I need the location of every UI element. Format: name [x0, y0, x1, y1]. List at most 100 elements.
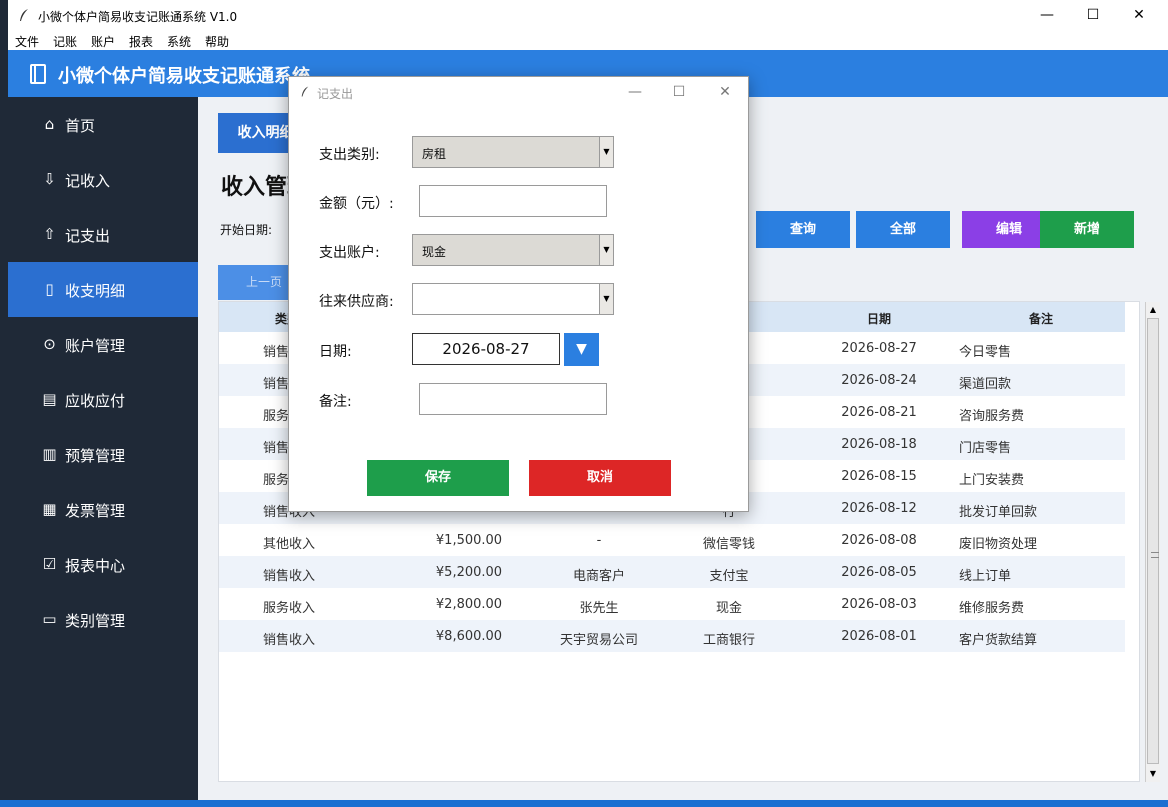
date-field[interactable]: 2026-08-27 [412, 333, 560, 365]
menu-file[interactable]: 文件 [15, 33, 39, 50]
scroll-thumb[interactable] [1147, 318, 1159, 764]
sidebar-item-label: 类别管理 [65, 612, 126, 630]
sidebar-item-income[interactable]: ⇩ 记收入 [8, 152, 198, 207]
dialog-maximize-button[interactable]: ☐ [657, 77, 701, 107]
table-cell-date: 2026-08-27 [841, 341, 917, 356]
table-row[interactable]: 其他收入 ¥1,500.00 - 微信零钱 2026-08-08 废旧物资处理 [219, 524, 1125, 556]
table-cell-c1: 销售收入 [262, 633, 315, 648]
add-button[interactable]: 新增 [1040, 211, 1134, 248]
chevron-down-icon: ▼ [576, 341, 587, 357]
minimize-button[interactable]: — [1024, 0, 1070, 30]
sidebar-item-home[interactable]: ⌂ 首页 [8, 97, 198, 152]
sidebar-item-label: 收支明细 [65, 282, 126, 300]
maximize-button[interactable]: ☐ [1070, 0, 1116, 30]
sidebar-item-expense[interactable]: ⇧ 记支出 [8, 207, 198, 262]
sidebar-item-label: 预算管理 [65, 447, 126, 465]
account-value: 现金 [422, 245, 447, 259]
title-bar: 小微个体户简易收支记账通系统 V1.0 — ☐ ✕ [8, 0, 1168, 30]
sidebar-item-budget[interactable]: ▥ 预算管理 [8, 427, 198, 482]
menu-account[interactable]: 账户 [91, 33, 115, 50]
supplier-select[interactable]: ▼ [412, 283, 614, 315]
category-select[interactable]: 房租 ▼ [412, 136, 614, 168]
table-cell-c4: 支付宝 [709, 569, 749, 584]
account-select[interactable]: 现金 ▼ [412, 234, 614, 266]
note-label: 备注: [319, 394, 352, 410]
close-button[interactable]: ✕ [1116, 0, 1162, 30]
table-cell-date: 2026-08-21 [841, 405, 917, 420]
sidebar-item-label: 报表中心 [65, 557, 126, 575]
menu-system[interactable]: 系统 [167, 33, 191, 50]
table-cell-date: 2026-08-01 [841, 629, 917, 644]
menu-report[interactable]: 报表 [129, 33, 153, 50]
sidebar-item-invoices[interactable]: ▦ 发票管理 [8, 482, 198, 537]
vertical-scrollbar[interactable]: ▲ ▼ [1145, 302, 1160, 782]
feather-icon [20, 9, 28, 21]
all-button[interactable]: 全部 [856, 211, 950, 248]
column-header-date[interactable]: 日期 [867, 310, 891, 327]
save-button[interactable]: 保存 [367, 460, 509, 496]
table-cell-c3: 电商客户 [572, 569, 625, 584]
supplier-label: 往来供应商: [319, 294, 394, 310]
table-cell-note: 渠道回款 [959, 377, 1012, 392]
document-icon: ▦ [42, 500, 57, 518]
money-bag-icon: ⊙ [43, 335, 56, 353]
book-logo-icon [30, 64, 46, 84]
table-cell-note: 废旧物资处理 [959, 537, 1038, 552]
prev-page-button[interactable]: 上一页 [218, 265, 298, 300]
sidebar-item-receivables[interactable]: ▤ 应收应付 [8, 372, 198, 427]
inbox-out-icon: ⇧ [43, 225, 56, 243]
dialog-minimize-button[interactable]: — [613, 77, 657, 107]
menu-record[interactable]: 记账 [53, 33, 77, 50]
calendar-dropdown-button[interactable]: ▼ [564, 333, 599, 366]
table-row[interactable]: 服务收入 ¥2,800.00 张先生 现金 2026-08-03 维修服务费 [219, 588, 1125, 620]
sidebar-item-categories[interactable]: ▭ 类别管理 [8, 592, 198, 647]
sidebar-item-details[interactable]: ▯ 收支明细 [8, 262, 198, 317]
cancel-button[interactable]: 取消 [529, 460, 671, 496]
menu-help[interactable]: 帮助 [205, 33, 229, 50]
expense-dialog: 记支出 — ☐ ✕ 支出类别: 房租 ▼ 金额（元）: 支出账户: 现金 ▼ 往… [288, 76, 749, 512]
sidebar-item-label: 账户管理 [65, 337, 126, 355]
query-button[interactable]: 查询 [756, 211, 850, 248]
category-label: 支出类别: [319, 147, 380, 163]
table-cell-note: 批发订单回款 [959, 505, 1038, 520]
table-row[interactable]: 销售收入 ¥5,200.00 电商客户 支付宝 2026-08-05 线上订单 [219, 556, 1125, 588]
table-cell-note: 维修服务费 [959, 601, 1025, 616]
table-cell-note: 咨询服务费 [959, 409, 1025, 424]
table-cell-note: 门店零售 [959, 441, 1012, 456]
table-cell-c2: ¥2,800.00 [435, 597, 503, 612]
table-cell-c1: 销售收入 [262, 569, 315, 584]
scroll-up-icon[interactable]: ▲ [1148, 304, 1158, 316]
table-cell-note: 上门安装费 [959, 473, 1025, 488]
table-cell-c2: ¥8,600.00 [435, 629, 503, 644]
bar-chart-icon: ▥ [42, 445, 57, 463]
chevron-down-icon[interactable]: ▼ [599, 137, 613, 167]
table-cell-c1: 服务收入 [262, 601, 315, 616]
table-cell-c2: ¥1,500.00 [435, 533, 503, 548]
table-cell-note: 今日零售 [959, 345, 1012, 360]
sidebar-item-label: 记支出 [65, 227, 111, 245]
column-header-note[interactable]: 备注 [1029, 310, 1053, 327]
table-cell-date: 2026-08-05 [841, 565, 917, 580]
account-label: 支出账户: [319, 245, 380, 261]
table-cell-c3: - [596, 533, 602, 548]
scroll-down-icon[interactable]: ▼ [1148, 768, 1158, 780]
table-cell-c4: 现金 [715, 601, 742, 616]
sidebar-item-label: 发票管理 [65, 502, 126, 520]
dialog-close-button[interactable]: ✕ [703, 77, 747, 107]
amount-field[interactable] [419, 185, 607, 217]
chevron-down-icon[interactable]: ▼ [599, 284, 613, 314]
chevron-down-icon[interactable]: ▼ [599, 235, 613, 265]
sidebar: ⌂ 首页 ⇩ 记收入 ⇧ 记支出 ▯ 收支明细 ⊙ 账户管理 ▤ 应收应付 ▥ 预算管理 ▦ 发… [8, 97, 198, 800]
table-cell-c4: 微信零钱 [702, 537, 755, 552]
table-cell-c3: 天宇贸易公司 [559, 633, 638, 648]
window-title: 小微个体户简易收支记账通系统 V1.0 [38, 10, 238, 24]
sidebar-item-reports[interactable]: ☑ 报表中心 [8, 537, 198, 592]
table-row[interactable]: 销售收入 ¥8,600.00 天宇贸易公司 工商银行 2026-08-01 客户货款结算 [219, 620, 1125, 652]
banner-title: 小微个体户简易收支记账通系统 [58, 66, 310, 87]
sidebar-item-accounts[interactable]: ⊙ 账户管理 [8, 317, 198, 372]
chart-line-icon: ☑ [42, 555, 57, 573]
date-label: 日期: [319, 344, 352, 360]
amount-label: 金额（元）: [319, 196, 394, 212]
category-value: 房租 [422, 147, 447, 161]
note-field[interactable] [419, 383, 607, 415]
